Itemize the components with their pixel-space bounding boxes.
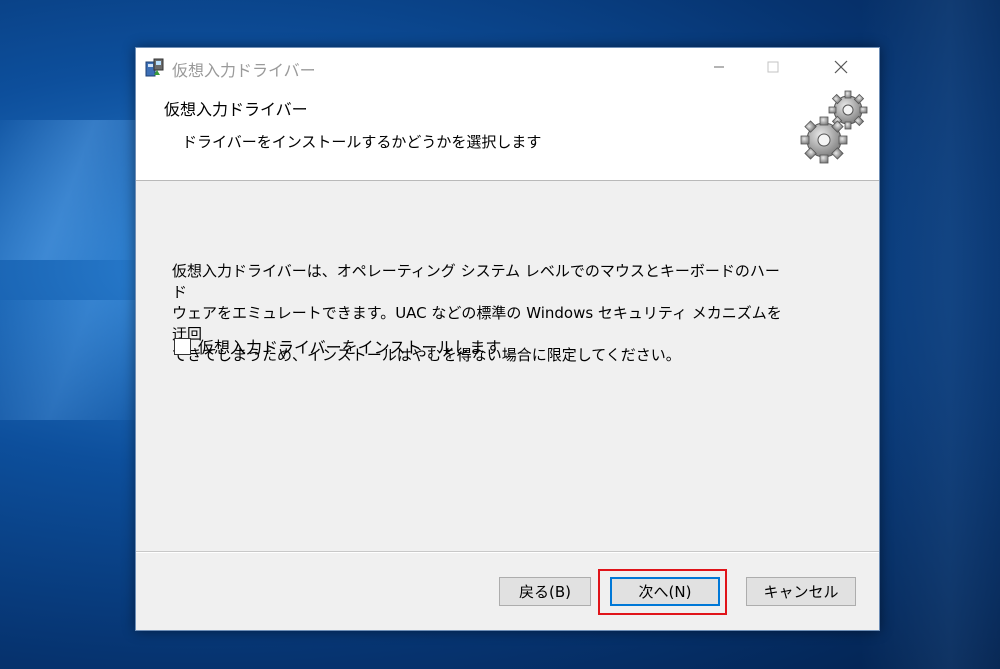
installer-dialog: 仮想入力ドライバー 仮想入力ドライバー ドライバーをインストールするかどうかを選… [135, 47, 880, 631]
header-subtitle: ドライバーをインストールするかどうかを選択します [182, 133, 542, 151]
cancel-button[interactable]: キャンセル [746, 577, 856, 606]
close-icon[interactable] [818, 48, 864, 86]
install-driver-checkbox[interactable] [174, 337, 191, 355]
back-button[interactable]: 戻る(B) [499, 577, 591, 606]
dialog-content: 仮想入力ドライバーは、オペレーティング システム レベルでのマウスとキーボードの… [136, 181, 879, 551]
dialog-footer: 戻る(B) 次へ(N) キャンセル [136, 553, 879, 630]
window-title: 仮想入力ドライバー [172, 61, 316, 80]
install-driver-checkbox-label[interactable]: 仮想入力ドライバーをインストールします [198, 334, 501, 358]
installer-icon [144, 56, 166, 78]
title-bar[interactable]: 仮想入力ドライバー [136, 48, 879, 86]
header-title: 仮想入力ドライバー [164, 100, 308, 119]
maximize-icon[interactable] [750, 48, 796, 86]
next-button[interactable]: 次へ(N) [610, 577, 720, 606]
minimize-icon[interactable] [696, 48, 742, 86]
gears-icon [796, 90, 876, 170]
install-driver-checkbox-row[interactable]: 仮想入力ドライバーをインストールします [174, 334, 501, 358]
dialog-header: 仮想入力ドライバー ドライバーをインストールするかどうかを選択します [136, 86, 879, 181]
light-beam [860, 0, 1000, 669]
